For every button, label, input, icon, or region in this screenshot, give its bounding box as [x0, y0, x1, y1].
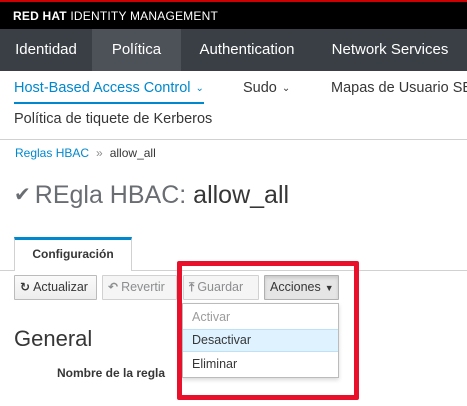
chevron-down-icon: ⌄: [281, 83, 291, 94]
sub-navigation: Host-Based Access Control ⌄ Sudo ⌄ Mapas d…: [0, 71, 467, 140]
revert-button[interactable]: ↶ Revertir: [102, 275, 177, 300]
top-navigation: Identidad Política Authentication Networ…: [0, 29, 467, 71]
rule-name-label: Nombre de la regla: [57, 366, 166, 380]
check-icon: ✔: [14, 184, 31, 206]
refresh-button-label: Actualizar: [33, 280, 88, 294]
revert-button-label: Revertir: [121, 280, 165, 294]
tab-configuracion[interactable]: Configuración: [14, 237, 132, 271]
section-title-general: General: [14, 326, 93, 351]
page-title-prefix: REgla HBAC:: [34, 181, 187, 209]
nav-item-authentication[interactable]: Authentication: [181, 29, 313, 71]
subnav-item-selinux-maps[interactable]: Mapas de Usuario SE: [331, 80, 467, 96]
nav-item-identidad[interactable]: Identidad: [0, 29, 92, 71]
brand-logo[interactable]: RED HAT IDENTITY MANAGEMENT: [13, 9, 218, 23]
subnav-item-label: Sudo: [243, 80, 277, 96]
subnav-item-sudo[interactable]: Sudo ⌄: [243, 80, 290, 96]
brand-bar: RED HAT IDENTITY MANAGEMENT: [0, 0, 467, 29]
page-title: ✔ REgla HBAC: allow_all: [14, 181, 289, 210]
breadcrumb: Reglas HBAC » allow_all: [15, 146, 156, 160]
refresh-icon: ↻: [20, 280, 31, 294]
chevron-down-icon: ⌄: [195, 83, 204, 94]
nav-item-network-services[interactable]: Network Services: [313, 29, 467, 71]
nav-item-politica[interactable]: Política: [92, 29, 181, 71]
breadcrumb-parent-link[interactable]: Reglas HBAC: [15, 146, 89, 160]
brand-name-bold: RED HAT: [13, 9, 67, 23]
page-title-name: allow_all: [193, 181, 290, 209]
subnav-item-kerberos-policy[interactable]: Política de tiquete de Kerberos: [14, 111, 212, 127]
subnav-item-label: Host-Based Access Control: [14, 80, 191, 96]
breadcrumb-separator: »: [96, 146, 103, 160]
breadcrumb-current: allow_all: [109, 146, 156, 160]
undo-icon: ↶: [108, 280, 119, 294]
refresh-button[interactable]: ↻ Actualizar: [14, 275, 97, 300]
highlight-annotation-box: [177, 261, 359, 400]
brand-name-product: IDENTITY MANAGEMENT: [70, 9, 218, 23]
subnav-item-hbac[interactable]: Host-Based Access Control ⌄: [14, 80, 204, 104]
